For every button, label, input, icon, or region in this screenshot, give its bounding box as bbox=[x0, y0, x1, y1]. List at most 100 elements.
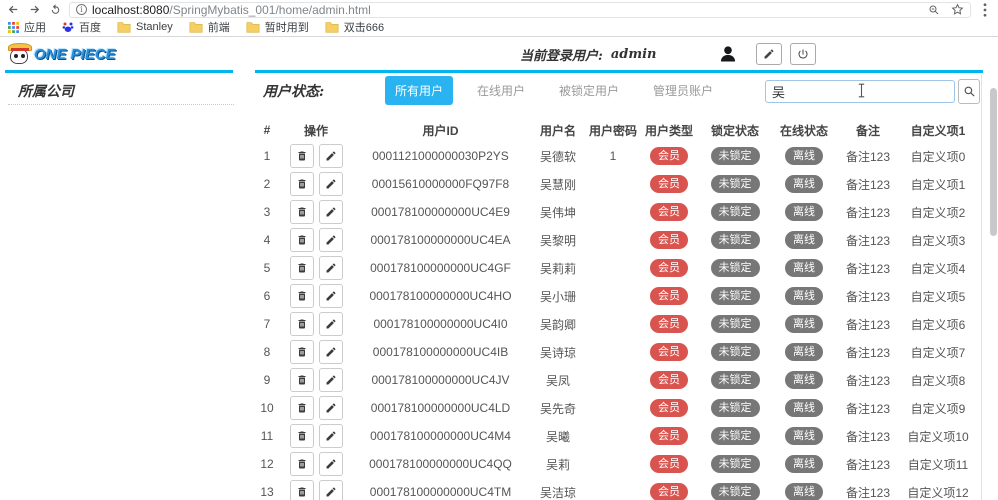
user-id-cell: 000178100000000UC4JV bbox=[353, 373, 528, 387]
one-piece-logo[interactable]: ONE PIECE bbox=[8, 40, 116, 68]
delete-button[interactable] bbox=[290, 396, 314, 420]
row-actions bbox=[279, 172, 353, 196]
edit-button[interactable] bbox=[319, 340, 343, 364]
tab-all-users[interactable]: 所有用户 bbox=[385, 76, 453, 105]
address-bar[interactable]: i localhost:8080/SpringMybatis_001/home/… bbox=[69, 2, 971, 18]
remark-cell: 备注123 bbox=[838, 232, 898, 249]
col-index: # bbox=[255, 123, 279, 137]
user-id-cell: 000178100000000UC4IB bbox=[353, 345, 528, 359]
bookmark-star-icon[interactable] bbox=[950, 3, 964, 17]
bookmarks-bar: 应用 百度 Stanley 前端 暂时用到 双击6 bbox=[0, 18, 998, 36]
edit-button[interactable] bbox=[319, 144, 343, 168]
username-cell: 吴黎明 bbox=[528, 232, 588, 249]
edit-button[interactable] bbox=[319, 284, 343, 308]
search-input[interactable] bbox=[765, 80, 955, 103]
edit-button[interactable] bbox=[319, 424, 343, 448]
online-status-badge: 离线 bbox=[785, 287, 823, 305]
row-actions bbox=[279, 424, 353, 448]
bookmark-baidu[interactable]: 百度 bbox=[62, 19, 101, 35]
bookmark-apps[interactable]: 应用 bbox=[8, 19, 46, 35]
edit-button[interactable] bbox=[319, 368, 343, 392]
sidebar-divider bbox=[8, 104, 234, 105]
lock-status-badge: 未锁定 bbox=[711, 259, 760, 277]
row-actions bbox=[279, 228, 353, 252]
folder-icon bbox=[246, 21, 260, 33]
delete-button[interactable] bbox=[290, 312, 314, 336]
online-status-badge: 离线 bbox=[785, 371, 823, 389]
edit-button[interactable] bbox=[319, 480, 343, 500]
bookmark-folder-temp[interactable]: 暂时用到 bbox=[246, 19, 309, 35]
custom-field-cell: 自定义项8 bbox=[898, 372, 978, 389]
tab-online-users[interactable]: 在线用户 bbox=[467, 76, 535, 105]
delete-button[interactable] bbox=[290, 200, 314, 224]
remark-cell: 备注123 bbox=[838, 316, 898, 333]
delete-button[interactable] bbox=[290, 172, 314, 196]
delete-button[interactable] bbox=[290, 340, 314, 364]
page-info-icon[interactable]: i bbox=[76, 4, 87, 15]
bookmark-folder-frontend[interactable]: 前端 bbox=[189, 19, 230, 35]
username-cell: 吴慧刚 bbox=[528, 176, 588, 193]
bookmark-label: 前端 bbox=[208, 19, 230, 35]
delete-button[interactable] bbox=[290, 144, 314, 168]
browser-menu-icon[interactable] bbox=[978, 3, 992, 17]
zoom-icon[interactable] bbox=[927, 3, 941, 17]
delete-button[interactable] bbox=[290, 368, 314, 392]
bookmark-folder-666[interactable]: 双击666 bbox=[325, 19, 384, 35]
col-user-id: 用户ID bbox=[353, 122, 528, 139]
user-type-badge: 会员 bbox=[650, 287, 688, 305]
reload-icon[interactable] bbox=[48, 3, 62, 17]
search-area bbox=[765, 79, 980, 104]
edit-button[interactable] bbox=[319, 256, 343, 280]
row-number: 1 bbox=[255, 149, 279, 163]
password-cell: 1 bbox=[588, 149, 638, 163]
delete-button[interactable] bbox=[290, 228, 314, 252]
edit-button[interactable] bbox=[319, 200, 343, 224]
delete-button[interactable] bbox=[290, 284, 314, 308]
back-icon[interactable] bbox=[6, 3, 20, 17]
delete-button[interactable] bbox=[290, 256, 314, 280]
user-id-cell: 00015610000000FQ97F8 bbox=[353, 177, 528, 191]
sidebar-company-title: 所属公司 bbox=[18, 81, 74, 101]
admin-page: i localhost:8080/SpringMybatis_001/home/… bbox=[0, 0, 998, 500]
accent-line-right bbox=[255, 70, 983, 73]
row-number: 9 bbox=[255, 373, 279, 387]
table-row: 13 000178100000000UC4TM 吴洁琼 会员 未锁定 离线 备注… bbox=[255, 478, 978, 500]
edit-button[interactable] bbox=[319, 228, 343, 252]
table-row: 5 000178100000000UC4GF 吴莉莉 会员 未锁定 离线 备注1… bbox=[255, 254, 978, 282]
tab-admin-accounts[interactable]: 管理员账户 bbox=[643, 76, 723, 105]
user-id-cell: 000178100000000UC4LD bbox=[353, 401, 528, 415]
forward-icon[interactable] bbox=[27, 3, 41, 17]
delete-button[interactable] bbox=[290, 424, 314, 448]
user-id-cell: 000178100000000UC4I0 bbox=[353, 317, 528, 331]
logout-button[interactable] bbox=[790, 43, 816, 65]
lock-status-badge: 未锁定 bbox=[711, 483, 760, 500]
edit-button[interactable] bbox=[319, 396, 343, 420]
custom-field-cell: 自定义项1 bbox=[898, 176, 978, 193]
user-status-tabs: 所有用户 在线用户 被锁定用户 管理员账户 bbox=[385, 76, 723, 105]
row-actions bbox=[279, 144, 353, 168]
row-actions bbox=[279, 480, 353, 500]
url-text: localhost:8080/SpringMybatis_001/home/ad… bbox=[92, 3, 922, 17]
table-scrollbar[interactable] bbox=[990, 88, 997, 236]
table-row: 1 0001121000000030P2YS 吴德软 1 会员 未锁定 离线 备… bbox=[255, 142, 978, 170]
edit-button[interactable] bbox=[319, 312, 343, 336]
folder-icon bbox=[117, 21, 131, 33]
row-number: 10 bbox=[255, 401, 279, 415]
edit-button[interactable] bbox=[319, 172, 343, 196]
search-button[interactable] bbox=[958, 79, 980, 104]
folder-icon bbox=[325, 21, 339, 33]
col-user-type: 用户类型 bbox=[638, 122, 700, 139]
bookmark-folder-stanley[interactable]: Stanley bbox=[117, 21, 173, 33]
username-cell: 吴莉莉 bbox=[528, 260, 588, 277]
remark-cell: 备注123 bbox=[838, 288, 898, 305]
custom-field-cell: 自定义项2 bbox=[898, 204, 978, 221]
user-type-badge: 会员 bbox=[650, 399, 688, 417]
edit-button[interactable] bbox=[319, 452, 343, 476]
tab-locked-users[interactable]: 被锁定用户 bbox=[549, 76, 629, 105]
edit-profile-button[interactable] bbox=[756, 43, 782, 65]
url-host: localhost:8080 bbox=[92, 3, 169, 17]
delete-button[interactable] bbox=[290, 480, 314, 500]
user-type-badge: 会员 bbox=[650, 343, 688, 361]
table-row: 3 000178100000000UC4E9 吴伟坤 会员 未锁定 离线 备注1… bbox=[255, 198, 978, 226]
delete-button[interactable] bbox=[290, 452, 314, 476]
